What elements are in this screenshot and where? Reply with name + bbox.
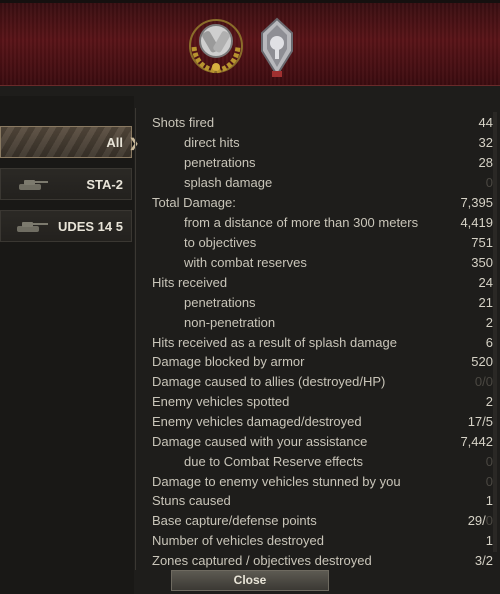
stat-row: due to Combat Reserve effects 0	[152, 452, 493, 472]
stat-value: 7,395	[460, 195, 493, 210]
stat-row: Damage caused to allies (destroyed/HP) 0/…	[152, 372, 493, 392]
stat-row: Total Damage: 7,395	[152, 193, 493, 213]
header-banner	[0, 0, 500, 86]
stat-value: 24	[478, 275, 493, 290]
stat-label: with combat reserves	[184, 255, 307, 270]
stats-panel: Shots fired 44 direct hits 32 penetrations…	[135, 108, 500, 570]
stat-value: 520	[471, 354, 493, 369]
stat-value: 1	[485, 493, 493, 508]
stat-row: splash damage 0	[152, 173, 493, 193]
stat-label: to objectives	[184, 235, 257, 250]
stat-label: direct hits	[184, 135, 240, 150]
stat-value: 350	[471, 255, 493, 270]
stat-row: penetrations 21	[152, 293, 493, 313]
stat-label: Damage caused with your assistance	[152, 434, 368, 449]
stat-row: Damage blocked by armor 520	[152, 352, 493, 372]
stat-label: Zones captured / objectives destroyed	[152, 553, 372, 568]
stat-value: 2	[485, 394, 493, 409]
stat-row: to objectives 751	[152, 233, 493, 253]
stat-label: Enemy vehicles damaged/destroyed	[152, 414, 362, 429]
stat-label: Shots fired	[152, 115, 215, 130]
stat-value-part: 29/	[467, 513, 486, 528]
stat-value: 0/0	[474, 374, 493, 389]
stat-label: non-penetration	[184, 315, 276, 330]
stat-value: 6	[485, 335, 493, 350]
stat-row: Base capture/defense points 29/0	[152, 511, 493, 531]
stat-label: Number of vehicles destroyed	[152, 533, 324, 548]
tab-all-label: All	[106, 135, 123, 150]
tab-udes-14-5-label: UDES 14 5	[57, 219, 123, 234]
stat-row: Stuns caused 1	[152, 491, 493, 511]
stat-row: Number of vehicles destroyed 1	[152, 531, 493, 551]
stat-row: Hits received 24	[152, 273, 493, 293]
stat-label: Stuns caused	[152, 493, 231, 508]
stat-label: penetrations	[184, 295, 256, 310]
stat-label: Damage caused to allies (destroyed/HP)	[152, 374, 386, 389]
stat-label: Hits received	[152, 275, 228, 290]
stat-value: 7,442	[460, 434, 493, 449]
stat-row: penetrations 28	[152, 153, 493, 173]
medal-laurel-icon[interactable]	[186, 17, 246, 75]
stat-label: Hits received as a result of splash dama…	[152, 335, 397, 350]
stat-label: Enemy vehicles spotted	[152, 394, 290, 409]
stat-value: 0	[485, 454, 493, 469]
stat-value-part-dim: 0	[485, 513, 493, 528]
stat-value: 28	[478, 155, 493, 170]
stat-value: 751	[471, 235, 493, 250]
stat-label: Base capture/defense points	[152, 513, 317, 528]
medal-shield-icon[interactable]	[256, 17, 298, 79]
tab-sta-2-label: STA-2	[86, 177, 123, 192]
stat-row: Hits received as a result of splash dama…	[152, 333, 493, 353]
stat-row: Shots fired 44	[152, 113, 493, 133]
stat-row: Enemy vehicles spotted 2	[152, 392, 493, 412]
stat-label: splash damage	[184, 175, 273, 190]
stat-row: non-penetration 2	[152, 313, 493, 333]
stat-label: penetrations	[184, 155, 256, 170]
close-button[interactable]: Close	[171, 570, 329, 591]
stat-row: Damage to enemy vehicles stunned by you 0	[152, 472, 493, 492]
stat-row: Enemy vehicles damaged/destroyed 17/5	[152, 412, 493, 432]
stat-label: Total Damage:	[152, 195, 236, 210]
scrollbar[interactable]	[493, 112, 497, 552]
stat-row: Damage caused with your assistance 7,442	[152, 432, 493, 452]
vehicle-tab-list: All ❯ STA-2 UDES 14 5	[0, 96, 139, 594]
stat-row: from a distance of more than 300 meters 4…	[152, 213, 493, 233]
tab-sta-2[interactable]: STA-2	[0, 168, 132, 200]
stat-value: 32	[478, 135, 493, 150]
tab-all[interactable]: All ❯	[0, 126, 139, 158]
tab-udes-14-5[interactable]: UDES 14 5	[0, 210, 132, 242]
stat-value: 1	[485, 533, 493, 548]
stat-label: due to Combat Reserve effects	[184, 454, 363, 469]
stat-value: 21	[478, 295, 493, 310]
stat-value: 44	[478, 115, 493, 130]
stat-value: 17/5	[467, 414, 493, 429]
stat-value: 29/0	[468, 511, 493, 531]
stat-value: 4,419	[460, 215, 493, 230]
tank-icon	[17, 222, 48, 232]
stat-label: from a distance of more than 300 meters	[184, 215, 419, 230]
stat-row: Zones captured / objectives destroyed 3/2	[152, 551, 493, 571]
stat-value: 0	[485, 175, 493, 190]
stat-label: Damage blocked by armor	[152, 354, 305, 369]
stat-row: direct hits 32	[152, 133, 493, 153]
stat-label: Damage to enemy vehicles stunned by you	[152, 474, 401, 489]
stat-value: 2	[485, 315, 493, 330]
stat-row: with combat reserves 350	[152, 253, 493, 273]
tank-icon	[19, 180, 48, 190]
stat-value: 3/2	[474, 553, 493, 568]
stat-value: 0	[485, 474, 493, 489]
